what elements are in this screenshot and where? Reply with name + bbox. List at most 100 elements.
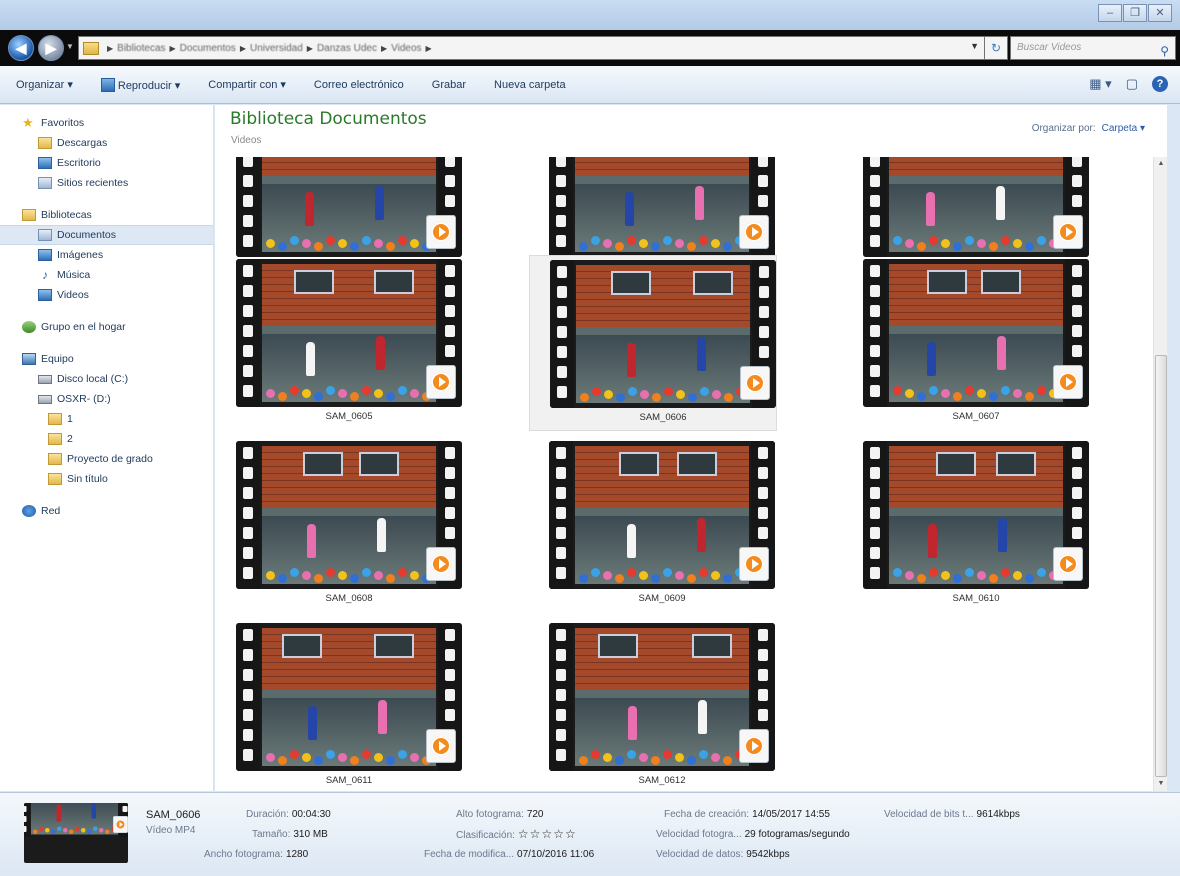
scroll-up-icon[interactable]: ▲: [1154, 157, 1168, 171]
film-sprocket: [863, 441, 887, 589]
new-folder-button[interactable]: Nueva carpeta: [494, 79, 566, 91]
video-file-item[interactable]: SAM_0606: [529, 255, 777, 431]
sidebar-item-untitled[interactable]: Sin título: [0, 469, 213, 489]
video-thumbnail: [863, 441, 1089, 589]
sidebar-label: Sitios recientes: [57, 177, 129, 189]
back-button[interactable]: ◀: [8, 35, 34, 61]
recent-pages-dropdown[interactable]: ▼: [66, 42, 74, 51]
sidebar-item-folder-1[interactable]: 1: [0, 409, 213, 429]
film-sprocket: [863, 259, 887, 407]
preview-pane-icon[interactable]: ▢: [1126, 76, 1138, 92]
crumb-videos[interactable]: Videos: [391, 43, 421, 54]
film-sprocket: [236, 259, 260, 407]
crumb-documentos[interactable]: Documentos: [180, 43, 236, 54]
film-sprocket: [236, 157, 260, 257]
file-name-label: SAM_0608: [325, 593, 373, 604]
crumb-bibliotecas[interactable]: Bibliotecas: [117, 43, 165, 54]
prop-modified: Fecha de modifica... 07/10/2016 11:06: [424, 849, 594, 860]
sidebar-item-local-disk[interactable]: Disco local (C:): [0, 369, 213, 389]
video-frame: [575, 157, 749, 252]
sidebar-label: Imágenes: [57, 249, 104, 261]
prop-key: Tamaño:: [252, 829, 291, 840]
sidebar-item-folder-2[interactable]: 2: [0, 429, 213, 449]
search-input[interactable]: Buscar Videos ⚲: [1010, 36, 1176, 60]
scroll-thumb[interactable]: [1155, 355, 1167, 777]
video-file-item[interactable]: SAM_0608: [216, 437, 464, 613]
sidebar-item-videos[interactable]: Videos: [0, 285, 213, 305]
prop-value: 9614kbps: [976, 809, 1020, 820]
video-frame: [889, 264, 1063, 402]
breadcrumb[interactable]: ▶ Bibliotecas ▶ Documentos ▶ Universidad…: [78, 36, 1002, 60]
burn-button[interactable]: Grabar: [432, 79, 466, 91]
details-pane: SAM_0606 Vídeo MP4 Duración: 00:04:30 Tam…: [0, 792, 1180, 876]
video-file-item[interactable]: SAM_0605: [216, 255, 464, 431]
sidebar-item-favorites[interactable]: ★ Favoritos: [0, 113, 213, 133]
video-thumbnail: [863, 157, 1089, 257]
film-sprocket: [24, 803, 30, 837]
video-file-item[interactable]: SAM_0607: [843, 255, 1091, 431]
crumb-danzas[interactable]: Danzas Udec: [317, 43, 377, 54]
file-name-label: SAM_0606: [639, 412, 687, 423]
homegroup-icon: [22, 321, 36, 333]
video-thumbnail: [863, 259, 1089, 407]
navigation-pane: ★ Favoritos Descargas Escritorio Sitios r…: [0, 105, 214, 791]
arrange-by: Organizar por: Carpeta ▾: [1032, 123, 1145, 134]
play-label: Reproducir ▾: [117, 79, 181, 92]
organize-button[interactable]: Organizar ▾: [16, 78, 73, 91]
minimize-button[interactable]: –: [1098, 4, 1122, 22]
search-icon[interactable]: ⚲: [1160, 40, 1169, 62]
sidebar-item-recent[interactable]: Sitios recientes: [0, 173, 213, 193]
views-icon[interactable]: ▦ ▾: [1089, 76, 1111, 92]
prop-value: 1280: [285, 849, 309, 860]
prop-duration: Duración: 00:04:30: [246, 809, 331, 820]
prop-key: Velocidad de datos:: [656, 849, 744, 860]
email-button[interactable]: Correo electrónico: [314, 79, 404, 91]
video-thumbnail: [549, 623, 775, 771]
video-play-icon: [740, 366, 770, 400]
prop-key: Velocidad de bits t...: [884, 809, 974, 820]
video-file-item[interactable]: SAM_0611: [216, 619, 464, 791]
play-button[interactable]: Reproducir ▾: [100, 77, 181, 92]
sidebar-item-music[interactable]: ♪ Música: [0, 265, 213, 285]
prop-rating: Clasificación: ☆☆☆☆☆: [456, 827, 577, 841]
documents-icon: [38, 229, 52, 241]
help-icon[interactable]: ?: [1152, 76, 1168, 92]
video-file-item[interactable]: SAM_0610: [843, 437, 1091, 613]
sidebar-item-project[interactable]: Proyecto de grado: [0, 449, 213, 469]
sidebar-label: Descargas: [57, 137, 108, 149]
folder-icon: [83, 41, 99, 55]
refresh-button[interactable]: ↻: [984, 36, 1008, 60]
maximize-button[interactable]: ❐: [1123, 4, 1147, 22]
sidebar-label: 1: [67, 413, 73, 425]
play-icon: [100, 77, 115, 92]
sidebar-item-homegroup[interactable]: Grupo en el hogar: [0, 317, 213, 337]
sidebar-item-libraries[interactable]: Bibliotecas: [0, 205, 213, 225]
video-thumbnail: [236, 441, 462, 589]
video-frame: [889, 446, 1063, 584]
sidebar-item-osxr[interactable]: OSXR- (D:): [0, 389, 213, 409]
video-file-item[interactable]: SAM_0609: [529, 437, 777, 613]
music-icon: ♪: [42, 268, 48, 282]
arrange-dropdown[interactable]: Carpeta ▾: [1102, 123, 1145, 134]
video-file-item[interactable]: SAM_0612: [529, 619, 777, 791]
forward-button[interactable]: ▶: [38, 35, 64, 61]
sidebar-item-computer[interactable]: Equipo: [0, 349, 213, 369]
sidebar-item-network[interactable]: Red: [0, 501, 213, 521]
file-name-label: SAM_0605: [325, 411, 373, 422]
address-bar: ◀ ▶ ▼ ▶ Bibliotecas ▶ Documentos ▶ Unive…: [0, 30, 1180, 66]
sidebar-item-desktop[interactable]: Escritorio: [0, 153, 213, 173]
close-button[interactable]: ✕: [1148, 4, 1172, 22]
vertical-scrollbar[interactable]: ▲ ▼: [1153, 157, 1167, 791]
crumb-universidad[interactable]: Universidad: [250, 43, 303, 54]
prop-value: 720: [526, 809, 544, 820]
prop-value: 07/10/2016 11:06: [517, 849, 595, 860]
command-bar: Organizar ▾ Reproducir ▾ Compartir con ▾…: [0, 66, 1180, 104]
sidebar-item-downloads[interactable]: Descargas: [0, 133, 213, 153]
rating-stars[interactable]: ☆☆☆☆☆: [518, 827, 577, 841]
sidebar-item-images[interactable]: Imágenes: [0, 245, 213, 265]
share-button[interactable]: Compartir con ▾: [208, 78, 286, 91]
scroll-down-icon[interactable]: ▼: [1154, 777, 1168, 791]
address-dropdown-icon[interactable]: ▼: [970, 41, 979, 51]
file-name-label: SAM_0607: [952, 411, 1000, 422]
sidebar-item-documents[interactable]: Documentos: [0, 225, 213, 245]
